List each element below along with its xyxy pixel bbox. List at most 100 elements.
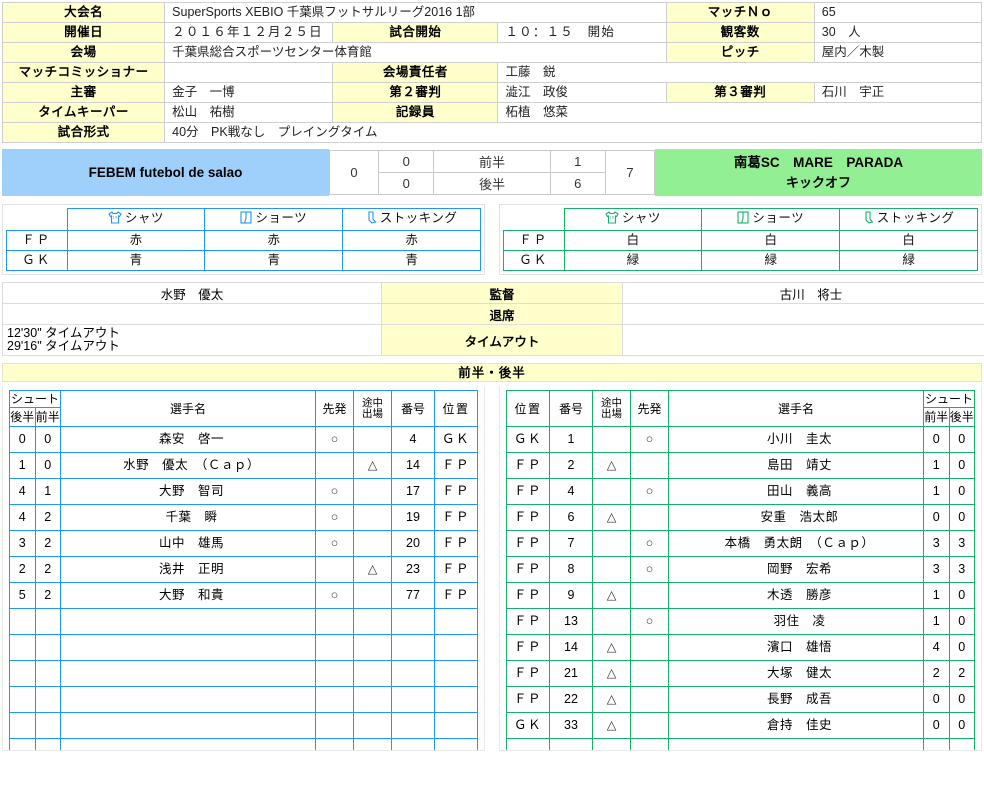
home-player-empty-cell (391, 686, 435, 713)
home-player-empty-cell (353, 660, 392, 687)
away-gk-shirt-color: 緑 (563, 250, 703, 271)
home-player-empty-cell (34, 660, 61, 687)
home-player-empty-cell (34, 686, 61, 713)
home-total-score: 0 (329, 150, 379, 195)
timekeeper-label: タイムキーパー (1, 102, 166, 123)
home-player-empty-cell (60, 660, 316, 687)
table-row: ＦＰ 9 △ 木透 勝彦 1 0 (506, 582, 975, 609)
home-name-header: 選手名 (60, 390, 316, 427)
away-player-starter-mark (630, 582, 669, 609)
away-player-name: 羽住 凌 (668, 608, 924, 635)
away-fp-shirt-color: 白 (563, 230, 703, 251)
away-shirt-header: 10 シャツ (563, 208, 703, 231)
home-player-first-half-shots: 0 (34, 452, 61, 479)
away-player-sub-mark: △ (592, 660, 631, 687)
home-player-empty-cell (315, 608, 354, 635)
home-player-empty-cell (60, 608, 316, 635)
away-player-starter-mark (630, 712, 669, 739)
svg-text:10: 10 (112, 215, 118, 220)
away-socks-header-label: ストッキング (876, 211, 955, 225)
table-row: 4 1 大野 智司 ○ 17 ＦＰ (9, 478, 478, 505)
away-player-sub-mark: △ (592, 712, 631, 739)
tournament-value: SuperSports XEBIO 千葉県フットサルリーグ2016 1部 (164, 2, 667, 23)
away-player-empty-cell (948, 738, 975, 750)
home-player-number: 19 (391, 504, 435, 531)
away-player-number: 7 (549, 530, 593, 557)
away-player-number: 21 (549, 660, 593, 687)
home-player-empty-cell (60, 686, 316, 713)
home-player-sub-mark (353, 478, 392, 505)
recorder-value: 柘植 悠菜 (497, 102, 982, 123)
home-player-number: 4 (391, 426, 435, 453)
away-player-position: ＦＰ (506, 478, 550, 505)
home-timeout-value: 12'30" タイムアウト 29'16" タイムアウト (2, 324, 382, 356)
table-row: ＦＰ 7 ○ 本橋 勇太朗 （Ｃａｐ） 3 3 (506, 530, 975, 557)
home-gk-shirt-color: 青 (66, 250, 206, 271)
away-player-first-half-shots: 1 (923, 478, 950, 505)
home-player-empty-cell (391, 712, 435, 739)
away-player-number: 1 (549, 426, 593, 453)
date-label: 開催日 (1, 22, 166, 43)
match-info-table: 大会名 SuperSports XEBIO 千葉県フットサルリーグ2016 1部… (1, 2, 983, 143)
away-header-row-1: 位置 番号 途中 出場 先発 選手名 シュート (506, 390, 975, 427)
home-player-empty-cell (315, 660, 354, 687)
table-row-empty (9, 634, 478, 661)
spectators-value: 30 人 (813, 22, 983, 43)
table-row-empty (9, 608, 478, 635)
score-table: 0 0 前半 1 7 0 後半 6 (329, 150, 656, 195)
away-player-sub-mark: △ (592, 686, 631, 713)
away-players-table: 位置 番号 途中 出場 先発 選手名 シュート 前半 後半 ＧＫ 1 ○ 小川 圭太 0… (506, 390, 975, 750)
home-player-first-half-shots: 1 (34, 478, 61, 505)
away-player-second-half-shots: 0 (948, 634, 975, 661)
home-player-first-half-shots: 2 (34, 556, 61, 583)
home-player-first-half-shots: 2 (34, 504, 61, 531)
venue-manager-label: 会場責任者 (332, 62, 499, 83)
away-player-second-half-shots: 0 (948, 452, 975, 479)
timeout-row: 12'30" タイムアウト 29'16" タイムアウト タイムアウト (2, 324, 984, 356)
staff-table: 水野 優太 監督 古川 将士 退席 12'30" タイムアウト 29'16" タ… (2, 282, 984, 356)
format-label: 試合形式 (1, 122, 166, 143)
shirt-icon: 10 (108, 211, 122, 230)
home-player-empty-cell (60, 712, 316, 739)
table-row-empty (506, 738, 975, 750)
away-shorts-header-label: ショーツ (752, 211, 805, 225)
away-player-second-half-shots: 0 (948, 686, 975, 713)
away-starter-header: 先発 (630, 390, 669, 427)
away-player-position: ＦＰ (506, 686, 550, 713)
home-player-number: 23 (391, 556, 435, 583)
away-player-name: 小川 圭太 (668, 426, 924, 453)
away-shoot-group-header: シュート (923, 390, 975, 408)
away-first-half-header: 前半 (923, 407, 950, 427)
home-players-card: シュート 選手名 先発 途中 出場 番号 位置 後半 前半 0 0 森安 啓一 ○ 4 Ｇ… (2, 386, 485, 751)
home-fp-socks-color: 赤 (342, 230, 481, 251)
home-player-empty-cell (353, 712, 392, 739)
match-info-section: 大会名 SuperSports XEBIO 千葉県フットサルリーグ2016 1部… (0, 0, 984, 143)
home-player-empty-cell (315, 634, 354, 661)
away-player-empty-cell (549, 738, 593, 750)
home-player-empty-cell (34, 712, 61, 739)
sendoff-label: 退席 (381, 303, 623, 325)
away-player-second-half-shots: 0 (948, 608, 975, 635)
away-player-name: 本橋 勇太朗 （Ｃａｐ） (668, 530, 924, 557)
away-player-empty-cell (592, 738, 631, 750)
away-player-starter-mark (630, 634, 669, 661)
away-number-header: 番号 (549, 390, 593, 427)
home-player-empty-cell (391, 660, 435, 687)
shorts-icon (240, 211, 252, 230)
home-player-starter-mark: ○ (315, 530, 354, 557)
table-row: 0 0 森安 啓一 ○ 4 ＧＫ (9, 426, 478, 453)
home-player-empty-cell (434, 660, 478, 687)
away-player-position: ＦＰ (506, 608, 550, 635)
home-uniform-table: 10 シャツ ショーツ ストッキング ＦＰ 赤 赤 赤 ＧＫ 青 青 青 (6, 208, 481, 271)
away-player-number: 22 (549, 686, 593, 713)
away-player-number: 2 (549, 452, 593, 479)
referee2-value: 澁江 政俊 (497, 82, 667, 103)
home-player-first-half-shots: 2 (34, 530, 61, 557)
home-team-box: FEBEM futebol de salao (2, 149, 329, 196)
timeout-label: タイムアウト (381, 324, 623, 356)
home-gk-socks-color: 青 (342, 250, 481, 271)
away-shirt-header-label: シャツ (621, 211, 661, 225)
coach-label: 監督 (381, 282, 623, 304)
table-row: ＦＰ 14 △ 濱口 雄悟 4 0 (506, 634, 975, 661)
away-player-first-half-shots: 2 (923, 660, 950, 687)
